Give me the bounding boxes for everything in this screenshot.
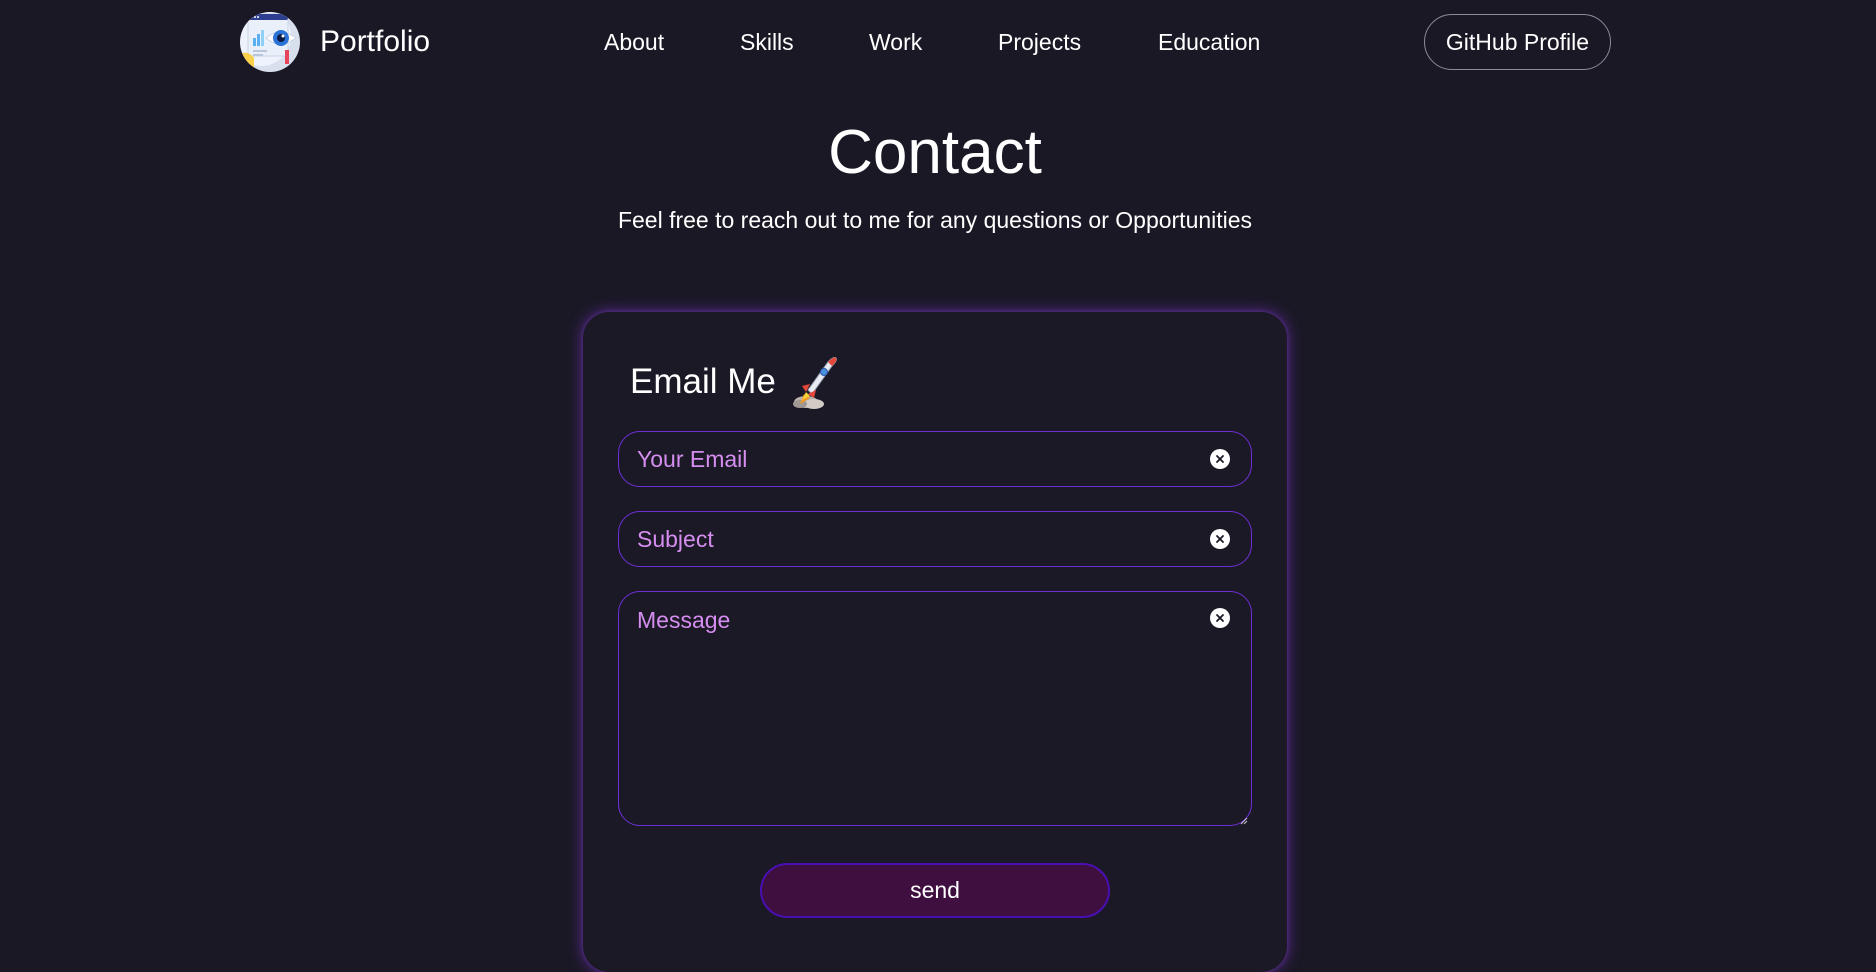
nav-link-skills[interactable]: Skills [740,29,794,55]
nav-link-about[interactable]: About [604,29,664,55]
message-textarea[interactable] [619,592,1251,825]
form-heading-text: Email Me [630,362,776,401]
page-subtitle: Feel free to reach out to me for any que… [617,207,1253,233]
nav-link-work[interactable]: Work [869,29,922,55]
email-field [618,431,1252,487]
clear-email-icon[interactable] [1210,449,1230,469]
subject-input[interactable] [619,512,1251,566]
navbar: Portfolio About Skills Work Projects Edu… [0,0,1876,84]
contact-form-card: Email Me Your Email Subject Message send [583,312,1287,972]
rocket-icon [792,354,840,410]
email-input[interactable] [619,432,1251,486]
message-field [618,591,1252,826]
nav-link-projects[interactable]: Projects [998,29,1081,55]
subject-field [618,511,1252,567]
nav-link-education[interactable]: Education [1158,29,1260,55]
send-button[interactable]: send [760,863,1110,918]
clear-subject-icon[interactable] [1210,529,1230,549]
resize-handle-icon[interactable] [1238,812,1248,825]
page-title: Contact [828,118,1042,187]
github-profile-button[interactable]: GitHub Profile [1424,14,1611,70]
form-heading: Email Me [630,354,840,410]
clear-message-icon[interactable] [1210,608,1230,628]
